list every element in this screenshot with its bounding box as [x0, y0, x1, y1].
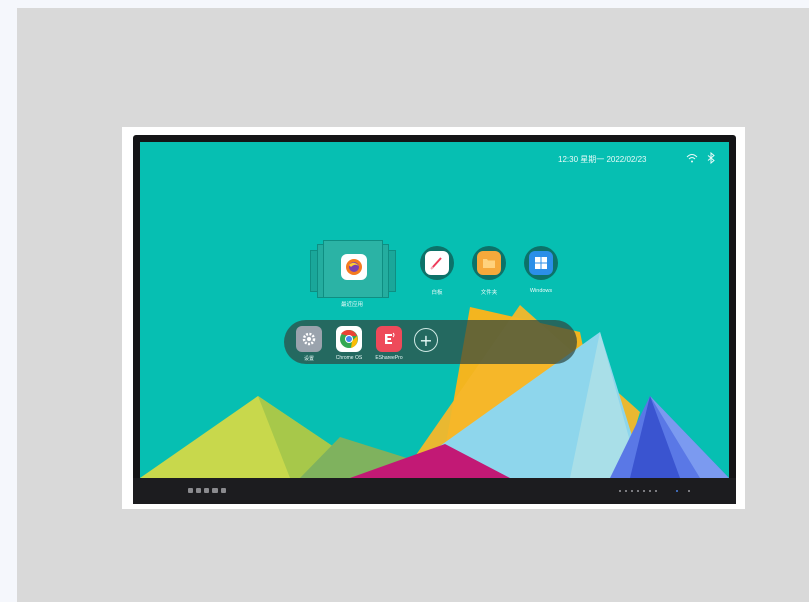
hardware-button[interactable]: [221, 488, 226, 493]
whiteboard-icon: [425, 251, 449, 275]
folder-app[interactable]: [472, 246, 506, 280]
indicator-dot: [631, 490, 633, 492]
home-screen: 12:30 星期一 2022/02/23 最近应用 白板 文件夹 Windows…: [140, 142, 729, 478]
hardware-button[interactable]: [196, 488, 201, 493]
app-label: Windows: [529, 288, 553, 294]
folder-icon: [477, 251, 501, 275]
firefox-icon[interactable]: [341, 254, 367, 280]
indicator-dot: [625, 490, 627, 492]
windows-app[interactable]: [524, 246, 558, 280]
indicator-dot: [688, 490, 690, 492]
indicator-dot: [649, 490, 651, 492]
plus-icon[interactable]: +: [414, 328, 438, 352]
firefox-glyph: [346, 259, 362, 275]
hardware-button[interactable]: [204, 488, 209, 493]
bluetooth-icon[interactable]: [705, 152, 717, 164]
power-led: [676, 490, 678, 492]
pen-glyph: [430, 257, 442, 270]
whiteboard-app[interactable]: [420, 246, 454, 280]
app-label: 文件夹: [480, 290, 498, 296]
wifi-icon[interactable]: [686, 152, 698, 164]
gear-glyph: [302, 332, 316, 346]
dock-label: EShareePro: [375, 355, 403, 361]
hardware-button[interactable]: [212, 488, 218, 493]
windows-icon: [529, 251, 553, 275]
windows-glyph: [535, 257, 547, 269]
chrome-icon[interactable]: [336, 326, 362, 352]
gear-icon[interactable]: [296, 326, 322, 352]
recent-apps-label: 最近应用: [340, 302, 363, 308]
dock-label: 设置: [303, 356, 314, 362]
eshare-icon[interactable]: [376, 326, 402, 352]
app-label: 白板: [431, 290, 443, 296]
folder-glyph: [483, 259, 495, 268]
chrome-glyph: [340, 329, 358, 348]
dock-label: Chrome OS: [335, 355, 363, 361]
eshare-glyph: [385, 332, 395, 344]
indicator-dot: [655, 490, 657, 492]
hardware-button[interactable]: [188, 488, 193, 493]
indicator-dot: [637, 490, 639, 492]
indicator-dot: [619, 490, 621, 492]
indicator-dot: [643, 490, 645, 492]
recent-apps-stack[interactable]: [310, 240, 396, 298]
status-clock: 12:30 星期一 2022/02/23: [558, 155, 647, 164]
app-dock: 设置 Chrome OS EShareePro +: [284, 320, 577, 364]
wallpaper: [140, 305, 729, 478]
recent-card-front[interactable]: [323, 240, 383, 298]
tv-bezel: [133, 478, 736, 504]
